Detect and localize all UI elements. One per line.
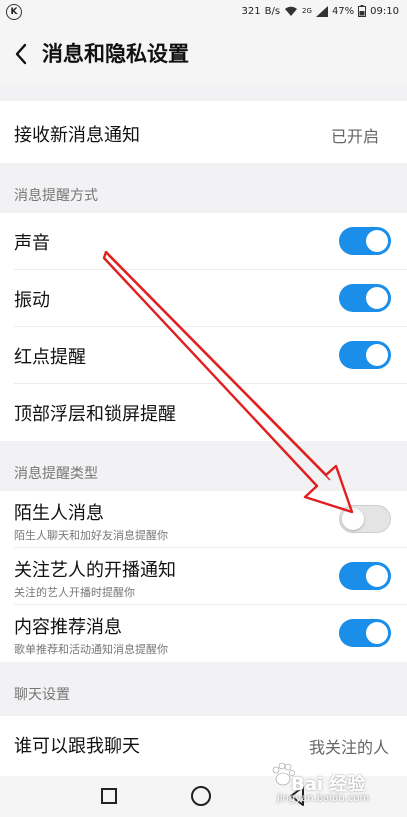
page-title: 消息和隐私设置 [42, 42, 189, 66]
section-title-method: 消息提醒方式 [14, 188, 98, 204]
chat-permission-value: 我关注的人 [308, 738, 389, 757]
vibrate-row: 振动 [0, 270, 407, 327]
signal-icon [315, 5, 328, 17]
reddot-toggle[interactable] [339, 341, 391, 369]
artist-label: 关注艺人的开播通知 [14, 560, 176, 581]
section-header-method: 消息提醒方式 [0, 173, 407, 213]
net-type: 2G [302, 7, 312, 15]
recent-apps-icon[interactable] [101, 788, 117, 804]
watermark-url: jingyan.baidu.com [277, 793, 370, 804]
section-title-type: 消息提醒类型 [14, 466, 98, 482]
app-header: 消息和隐私设置 [0, 24, 407, 84]
battery-percent: 47% [331, 5, 355, 17]
topfloat-row[interactable]: 顶部浮层和锁屏提醒 [0, 384, 407, 441]
home-icon[interactable] [191, 786, 211, 806]
vibrate-toggle[interactable] [339, 284, 391, 312]
sound-label: 声音 [14, 233, 50, 254]
reddot-label: 红点提醒 [14, 347, 86, 368]
stranger-label: 陌生人消息 [14, 503, 104, 524]
receive-notifications-label: 接收新消息通知 [14, 125, 140, 146]
recommend-label: 内容推荐消息 [14, 617, 122, 638]
net-speed: 321 [241, 5, 261, 17]
reddot-row: 红点提醒 [0, 327, 407, 384]
recommend-subtitle: 歌单推荐和活动通知消息提醒你 [14, 643, 168, 656]
artist-toggle[interactable] [339, 562, 391, 590]
sound-row: 声音 [0, 213, 407, 270]
back-arrow-icon[interactable] [12, 42, 32, 66]
battery-icon [358, 5, 367, 17]
baidu-watermark: Bai 经验 jingyan.baidu.com [272, 760, 387, 810]
chat-permission-label: 谁可以跟我聊天 [14, 736, 140, 757]
vibrate-label: 振动 [14, 290, 50, 311]
recommend-row: 内容推荐消息 歌单推荐和活动通知消息提醒你 [0, 605, 407, 662]
section-title-chat: 聊天设置 [14, 687, 70, 703]
recommend-toggle[interactable] [339, 619, 391, 647]
artist-row: 关注艺人的开播通知 关注的艺人开播时提醒你 [0, 548, 407, 605]
section-header-type: 消息提醒类型 [0, 451, 407, 491]
section-header-chat: 聊天设置 [0, 672, 407, 716]
receive-notifications-row[interactable]: 接收新消息通知 已开启 [0, 101, 407, 163]
status-bar: K 321 B/s 2G 47% 09:10 [0, 0, 407, 24]
wifi-icon [284, 6, 298, 17]
artist-subtitle: 关注的艺人开播时提醒你 [14, 586, 135, 599]
stranger-toggle[interactable] [339, 505, 391, 533]
receive-notifications-value: 已开启 [330, 127, 379, 146]
topfloat-label: 顶部浮层和锁屏提醒 [14, 404, 176, 425]
sound-toggle[interactable] [339, 227, 391, 255]
stranger-subtitle: 陌生人聊天和加好友消息提醒你 [14, 529, 168, 542]
app-notification-icon: K [6, 4, 22, 20]
clock: 09:10 [370, 5, 399, 17]
stranger-row: 陌生人消息 陌生人聊天和加好友消息提醒你 [0, 491, 407, 548]
net-unit: B/s [264, 5, 281, 17]
